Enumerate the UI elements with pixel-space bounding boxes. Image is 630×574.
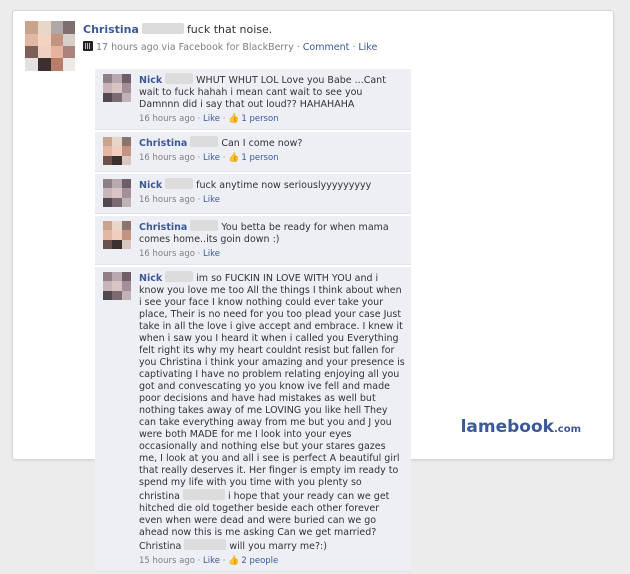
comment-link[interactable]: Comment	[303, 42, 350, 53]
redacted-name	[190, 220, 219, 231]
comment-time: 16 hours ago	[139, 153, 195, 163]
facebook-post-card: Christina fuck that noise. 17 hours ago v…	[12, 10, 614, 572]
commenter-avatar[interactable]	[103, 179, 131, 207]
comment-time: 16 hours ago	[139, 249, 195, 259]
post-text: fuck that noise.	[186, 23, 273, 36]
post-time: 17 hours ago via Facebook for BlackBerry	[96, 42, 294, 53]
commenter-avatar[interactable]	[103, 137, 131, 165]
thumbs-up-icon: 👍	[228, 556, 240, 566]
post-message: Christina fuck that noise.	[83, 23, 603, 37]
comment-text: im so FUCKIN IN LOVE WITH YOU and i know…	[139, 273, 405, 502]
thumbs-up-icon: 👍	[228, 153, 240, 163]
comment-author[interactable]: Nick	[139, 75, 162, 86]
comment-author[interactable]: Nick	[139, 180, 162, 191]
comment-item: Nick fuck anytime now seriouslyyyyyyyyy 1…	[95, 174, 411, 214]
comment-item: Christina Can I come now? 16 hours ago · …	[95, 132, 411, 172]
redacted-name	[182, 489, 225, 500]
avatar[interactable]	[25, 21, 75, 71]
redacted-name	[165, 73, 194, 84]
post-body: Christina fuck that noise. 17 hours ago v…	[83, 23, 603, 53]
redacted-name	[184, 539, 227, 550]
comment-item: Christina You betta be ready for when mam…	[95, 216, 411, 265]
comment-item: Nick WHUT WHUT LOL Love you Babe ...Cant …	[95, 69, 411, 130]
comment-time: 15 hours ago	[139, 556, 195, 566]
comment-author[interactable]: Christina	[139, 222, 187, 233]
like-count[interactable]: 2 people	[241, 556, 278, 566]
comment-like-link[interactable]: Like	[203, 153, 220, 163]
like-link[interactable]: Like	[358, 42, 377, 53]
comment-item: Nick im so FUCKIN IN LOVE WITH YOU and i …	[95, 267, 411, 572]
blackberry-icon	[83, 41, 93, 51]
watermark-main: lamebook	[460, 417, 554, 437]
comment-author[interactable]: Nick	[139, 273, 162, 284]
comment-like-link[interactable]: Like	[203, 114, 220, 124]
like-count[interactable]: 1 person	[241, 153, 278, 163]
comment-time: 16 hours ago	[139, 195, 195, 205]
redacted-name	[190, 136, 219, 147]
post-author[interactable]: Christina	[83, 23, 139, 36]
post-meta: 17 hours ago via Facebook for BlackBerry…	[83, 41, 603, 53]
commenter-avatar[interactable]	[103, 74, 131, 102]
comment-like-link[interactable]: Like	[203, 195, 220, 205]
watermark-suffix: .com	[553, 424, 581, 435]
redacted-name	[141, 23, 184, 34]
comment-like-link[interactable]: Like	[203, 556, 220, 566]
comment-text: Can I come now?	[221, 138, 303, 149]
redacted-name	[165, 178, 194, 189]
lamebook-watermark: lamebook.com	[461, 417, 581, 437]
comment-time: 16 hours ago	[139, 114, 195, 124]
comment-text-end: will you marry me?:)	[229, 541, 327, 552]
comment-text: fuck anytime now seriouslyyyyyyyyy	[196, 180, 372, 191]
thumbs-up-icon: 👍	[228, 114, 240, 124]
comment-list: Nick WHUT WHUT LOL Love you Babe ...Cant …	[95, 69, 411, 574]
comment-author[interactable]: Christina	[139, 138, 187, 149]
commenter-avatar[interactable]	[103, 272, 131, 300]
commenter-avatar[interactable]	[103, 221, 131, 249]
like-count[interactable]: 1 person	[241, 114, 278, 124]
redacted-name	[165, 271, 194, 282]
comment-like-link[interactable]: Like	[203, 249, 220, 259]
